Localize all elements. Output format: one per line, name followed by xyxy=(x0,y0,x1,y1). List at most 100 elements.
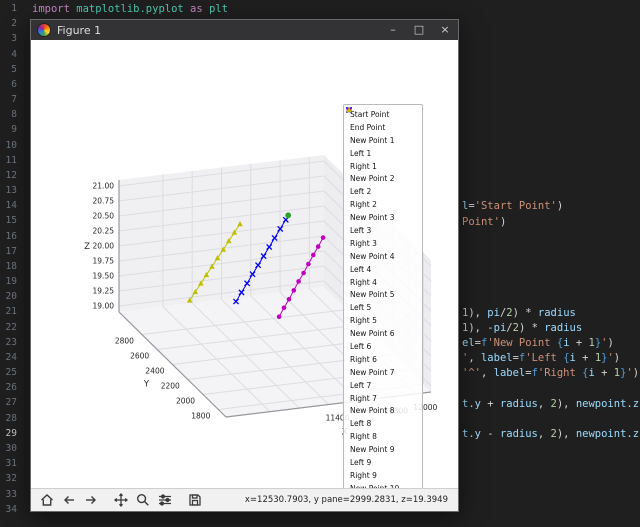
legend-entry: Right 5 xyxy=(344,314,422,327)
line-number: 3 xyxy=(0,33,26,48)
line-number: 15 xyxy=(0,215,26,230)
legend-entry: Left 2 xyxy=(344,185,422,198)
code-line: 1), -pi/2) * radius xyxy=(462,322,582,337)
line-number: 28 xyxy=(0,413,26,428)
line-number: 6 xyxy=(0,79,26,94)
svg-text:21.00: 21.00 xyxy=(93,182,115,191)
svg-text:Y: Y xyxy=(143,380,150,390)
svg-text:2200: 2200 xyxy=(161,382,180,391)
svg-text:19.75: 19.75 xyxy=(93,257,115,266)
line-number: 12 xyxy=(0,170,26,185)
legend-entry: Right 1 xyxy=(344,160,422,173)
svg-text:20.25: 20.25 xyxy=(93,227,115,236)
window-title: Figure 1 xyxy=(57,24,101,37)
line-number: 5 xyxy=(0,64,26,79)
line-number-gutter: 1234567891011121314151617181920212223242… xyxy=(0,0,26,519)
svg-text:2400: 2400 xyxy=(145,367,164,376)
line-number: 1 xyxy=(0,3,26,18)
line-number: 21 xyxy=(0,306,26,321)
legend-entry: New Point 9 xyxy=(344,443,422,456)
code-line: ', label=f'Left {i + 1}') xyxy=(462,352,620,367)
legend-entry: Right 3 xyxy=(344,237,422,250)
matplotlib-logo-icon xyxy=(37,23,51,37)
legend-entry: Left 8 xyxy=(344,417,422,430)
legend-entry: New Point 8 xyxy=(344,404,422,417)
line-number: 18 xyxy=(0,261,26,276)
legend-entry: New Point 6 xyxy=(344,327,422,340)
code-line: import matplotlib.pyplot as plt xyxy=(32,3,228,18)
code-line: 1), pi/2) * radius xyxy=(462,307,576,322)
line-number: 20 xyxy=(0,291,26,306)
line-number: 27 xyxy=(0,397,26,412)
maximize-button[interactable]: □ xyxy=(406,20,432,40)
back-icon[interactable] xyxy=(59,491,79,509)
svg-text:20.50: 20.50 xyxy=(93,212,115,221)
line-number: 30 xyxy=(0,443,26,458)
line-number: 24 xyxy=(0,352,26,367)
line-number: 34 xyxy=(0,504,26,519)
line-number: 19 xyxy=(0,276,26,291)
line-number: 17 xyxy=(0,246,26,261)
legend-entry: Left 7 xyxy=(344,379,422,392)
svg-text:19.00: 19.00 xyxy=(93,302,115,311)
svg-text:19.50: 19.50 xyxy=(93,272,115,281)
legend-entry: Right 2 xyxy=(344,198,422,211)
line-number: 26 xyxy=(0,382,26,397)
line-number: 23 xyxy=(0,337,26,352)
save-icon[interactable] xyxy=(185,491,205,509)
code-line: Point') xyxy=(462,216,506,231)
legend-entry: Left 6 xyxy=(344,340,422,353)
legend-entry: Left 9 xyxy=(344,456,422,469)
legend-entry: Left 3 xyxy=(344,224,422,237)
forward-icon[interactable] xyxy=(81,491,101,509)
legend-entry: New Point 5 xyxy=(344,288,422,301)
figure-toolbar: x=12530.7903, y pane=2999.2831, z=19.394… xyxy=(31,488,458,511)
legend-entry: Left 1 xyxy=(344,147,422,160)
plot-canvas[interactable]: 19.0019.2519.5019.7520.0020.2520.5020.75… xyxy=(31,40,458,488)
line-number: 29 xyxy=(0,428,26,443)
close-button[interactable]: × xyxy=(432,20,458,40)
svg-text:2000: 2000 xyxy=(176,397,195,406)
legend-entry: Start Point xyxy=(344,108,422,121)
minimize-button[interactable]: – xyxy=(380,20,406,40)
legend-entry: Left 4 xyxy=(344,263,422,276)
line-number: 32 xyxy=(0,473,26,488)
zoom-icon[interactable] xyxy=(133,491,153,509)
legend-entry: New Point 1 xyxy=(344,134,422,147)
pan-icon[interactable] xyxy=(111,491,131,509)
line-number: 13 xyxy=(0,185,26,200)
home-icon[interactable] xyxy=(37,491,57,509)
svg-text:2600: 2600 xyxy=(130,352,149,361)
legend-entry: Right 9 xyxy=(344,469,422,482)
plot-legend: Start PointEnd PointNew Point 1Left 1Rig… xyxy=(343,104,423,488)
code-line: t.y - radius, 2), newpoint.z) xyxy=(462,428,640,443)
code-line: '^', label=f'Right {i + 1}') xyxy=(462,367,639,382)
line-number: 33 xyxy=(0,489,26,504)
legend-entry: New Point 10 xyxy=(344,482,422,488)
code-line: el=f'New Point {i + 1}') xyxy=(462,337,614,352)
svg-text:20.75: 20.75 xyxy=(93,197,115,206)
line-number: 14 xyxy=(0,200,26,215)
line-number: 11 xyxy=(0,155,26,170)
line-number: 22 xyxy=(0,322,26,337)
svg-text:19.25: 19.25 xyxy=(93,287,115,296)
line-number: 7 xyxy=(0,94,26,109)
code-line: t.y + radius, 2), newpoint.z) xyxy=(462,398,640,413)
line-number: 10 xyxy=(0,140,26,155)
line-number: 25 xyxy=(0,367,26,382)
subplots-icon[interactable] xyxy=(155,491,175,509)
legend-entry: Left 5 xyxy=(344,301,422,314)
legend-entry: New Point 2 xyxy=(344,172,422,185)
code-line: l='Start Point') xyxy=(462,200,563,215)
legend-entry: Right 4 xyxy=(344,276,422,289)
line-number: 2 xyxy=(0,18,26,33)
figure-titlebar[interactable]: Figure 1 – □ × xyxy=(31,20,458,40)
line-number: 9 xyxy=(0,124,26,139)
legend-entry: New Point 7 xyxy=(344,366,422,379)
legend-entry: Right 8 xyxy=(344,430,422,443)
line-number: 8 xyxy=(0,109,26,124)
legend-entry: Right 6 xyxy=(344,353,422,366)
legend-entry: End Point xyxy=(344,121,422,134)
figure-window: Figure 1 – □ × 19.0019.2519.5019.7520.00… xyxy=(30,19,459,512)
legend-entry: New Point 4 xyxy=(344,250,422,263)
